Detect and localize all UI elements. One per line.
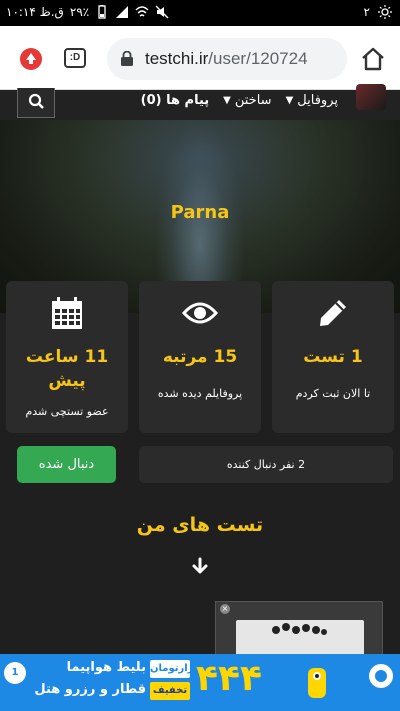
signal-icon [116,6,129,18]
home-icon[interactable] [360,46,386,72]
stat-card-tests: 1 تست تا الان ثبت کردم [272,281,394,433]
notification-count: ۲ [363,5,370,19]
calendar-icon [52,297,82,329]
battery-icon [98,5,106,19]
mute-icon [155,5,169,19]
ad-brand: هزارتومان [150,660,201,678]
avatar[interactable] [356,84,386,110]
chevron-down-icon: ▼ [223,94,231,106]
ad-line-1: بلیط هواپیما [66,660,146,675]
url-host: testchi.ir [145,49,209,68]
site-navbar: پروفایل ▼ ساختن ▼ پیام ها (0) [0,84,400,120]
section-title: تست های من [136,514,264,536]
search-icon [28,93,44,109]
lock-icon [121,51,133,66]
screen: ۱۰:۱۴ ق.ظ ۲۹٪ ۲ :D testchi.ir/user/12072… [0,0,400,711]
url-path: /user/120724 [208,49,308,68]
stat-caption: پروفایلم دیده شده [157,387,243,400]
follow-button[interactable]: دنبال شده [17,446,116,483]
followers-count[interactable]: 2 نفر دنبال کننده [139,446,393,483]
chevron-down-icon: ▼ [285,94,294,106]
mascot-icon [308,668,326,698]
arrow-down-icon[interactable] [190,556,210,576]
nav-menu: پروفایل ▼ ساختن ▼ پیام ها (0) [141,84,386,110]
ad-number: ۴۴۴ [196,658,262,699]
status-time: ۱۰:۱۴ ق.ظ [6,5,64,19]
stat-value: 11 ساعت پیش [25,347,109,391]
close-icon[interactable]: × [220,604,230,614]
nav-item-profile[interactable]: پروفایل ▼ [286,93,338,108]
ad-logo-icon [369,664,393,688]
nav-item-messages[interactable]: پیام ها (0) [141,93,210,108]
stat-value: 1 تست [303,347,363,367]
nav-item-label: ساختن [234,92,272,108]
search-button[interactable] [17,88,55,118]
url-text: testchi.ir/user/120724 [145,49,341,69]
battery-percent: ۲۹٪ [69,5,90,19]
ad-badge: 1 [4,662,26,684]
floating-video[interactable]: × [215,601,383,655]
pencil-icon [320,300,346,326]
nav-item-label: پروفایل [297,92,338,108]
stat-card-views: 15 مرتبه پروفایلم دیده شده [139,281,261,433]
ad-discount: تخفیف [150,682,190,700]
nav-item-create[interactable]: ساختن ▼ [223,93,271,108]
profile-username: Parna [170,202,230,223]
stat-caption: تا الان ثبت کردم [295,387,371,400]
browser-update-button[interactable] [20,48,42,70]
stat-value: 15 مرتبه [162,347,238,367]
stat-card-joined: 11 ساعت پیش عضو تستچی شدم [6,281,128,433]
address-bar[interactable]: testchi.ir/user/120724 [107,38,347,80]
tabs-button[interactable]: :D [64,48,86,68]
browser-toolbar: :D testchi.ir/user/120724 [0,26,400,90]
status-bar-right: ۲ [364,5,392,19]
brightness-icon [378,5,392,19]
status-bar: ۱۰:۱۴ ق.ظ ۲۹٪ ۲ [0,0,400,26]
stat-caption: عضو تستچی شدم [25,405,109,418]
ad-banner[interactable]: 1 بلیط هواپیما قطار و رزرو هتل هزارتومان… [0,654,400,711]
hearts-decoration-icon [272,623,327,635]
wifi-icon [135,6,149,17]
ad-line-2: قطار و رزرو هتل [34,682,146,697]
eye-icon [182,302,218,324]
video-thumbnail [236,620,364,654]
status-bar-left: ۱۰:۱۴ ق.ظ ۲۹٪ [6,5,169,19]
nav-item-label: پیام ها (0) [140,92,210,108]
